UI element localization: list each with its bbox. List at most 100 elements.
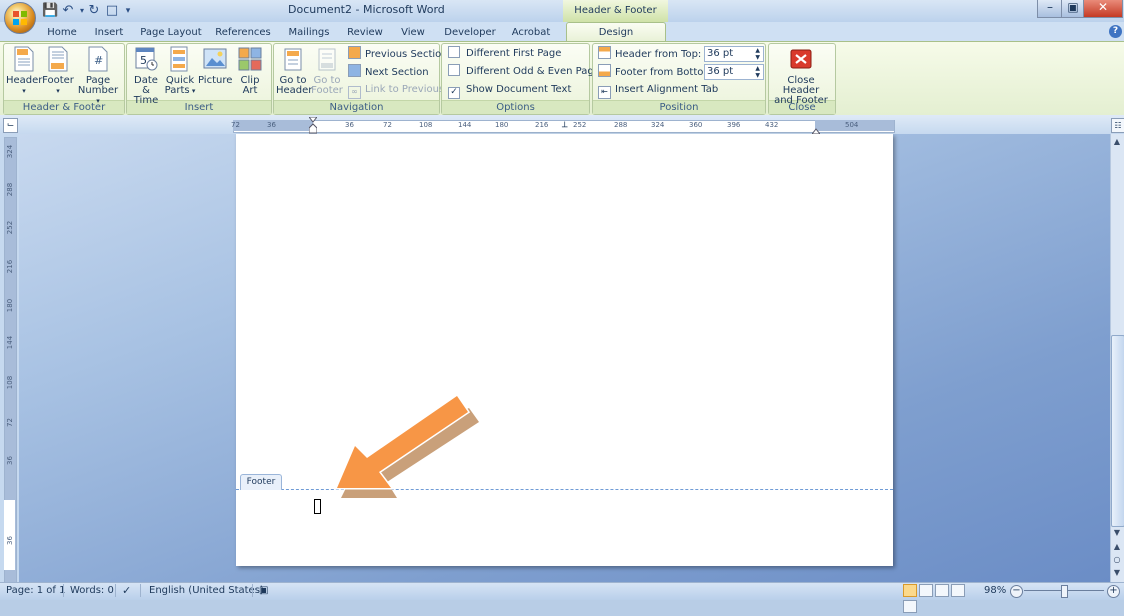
view-ruler-icon[interactable]: ☷ [1111,118,1124,133]
next-section-button[interactable]: Next Section [348,64,429,80]
minimize-button[interactable]: – [1037,0,1063,18]
ruler-tick: 180 [495,121,509,129]
picture-icon [203,46,227,72]
ruler-tick: 36 [345,121,354,129]
previous-page-icon[interactable]: ▲ [1111,541,1123,552]
link-to-previous-button[interactable]: ∞ Link to Previous [348,82,444,99]
page-count-status[interactable]: Page: 1 of 1 [6,583,65,598]
help-icon[interactable]: ? [1109,25,1122,38]
ruler-tick: 288 [6,182,15,197]
different-first-page-checkbox[interactable]: Different First Page [448,46,561,62]
ruler-tick: 504 [845,121,859,129]
ruler-tick: 108 [419,121,433,129]
ruler-tick: 252 [573,121,587,129]
footer-position-icon [598,64,611,77]
footer-from-bottom-input[interactable]: 36 pt ▲ ▼ [704,64,764,80]
proofing-check-icon[interactable]: ✓ [122,583,131,598]
different-odd-even-label: Different Odd & Even Pages [466,66,606,77]
spinner-arrows-icon[interactable]: ▲ ▼ [755,47,760,61]
browse-object-icon[interactable]: ○ [1111,554,1123,565]
previous-section-label: Previous Section [365,49,448,60]
customize-qat-icon[interactable]: ▾ [120,3,136,19]
full-screen-reading-icon[interactable] [919,584,933,597]
header-button[interactable]: Header ▾ [6,46,42,96]
go-to-footer-button[interactable]: Go to Footer [310,46,344,96]
header-from-top-input[interactable]: 36 pt ▲ ▼ [704,46,764,62]
tab-acrobat[interactable]: Acrobat [507,24,555,41]
header-from-top-label-row: Header from Top: [598,46,701,62]
right-indent-marker[interactable] [810,124,822,135]
tab-design[interactable]: Design [566,22,666,43]
tab-insert[interactable]: Insert [89,24,129,41]
view-buttons [903,584,977,613]
next-page-icon[interactable]: ▼ [1111,567,1123,578]
footer-from-bottom-value: 36 pt [707,66,734,77]
page-number-button[interactable]: # Page Number ▾ [76,46,120,106]
restore-button[interactable]: ▣ [1061,0,1085,18]
footer-button[interactable]: Footer ▾ [42,46,74,96]
header-from-top-label: Header from Top: [615,49,702,60]
ruler-tick: 72 [383,121,392,129]
ruler-tick: 324 [651,121,665,129]
word-count-status[interactable]: Words: 0 [70,583,114,598]
macro-recording-icon[interactable]: ▣ [259,583,268,598]
save-icon[interactable]: 💾 [42,3,58,19]
office-logo-icon [13,11,27,25]
spinner-arrows-icon[interactable]: ▲ ▼ [755,65,760,79]
office-button[interactable] [4,2,36,34]
quick-parts-button[interactable]: Quick Parts ▾ [163,46,197,96]
zoom-level[interactable]: 98% [984,583,1006,598]
previous-section-button[interactable]: Previous Section [348,46,448,62]
page-number-label-2: Number [77,85,119,96]
print-layout-view-icon[interactable] [903,584,917,597]
page-number-icon: # [86,46,110,72]
tab-home[interactable]: Home [42,24,82,41]
previous-section-icon [348,46,361,59]
picture-button[interactable]: Picture [198,46,232,86]
ruler-tick: 36 [5,456,14,465]
different-odd-even-checkbox[interactable]: Different Odd & Even Pages [448,64,605,80]
ruler-tick: 180 [6,298,15,313]
outline-view-icon[interactable] [951,584,965,597]
zoom-in-icon[interactable]: + [1107,585,1120,598]
new-document-icon[interactable]: □ [104,3,120,19]
go-to-header-button[interactable]: Go to Header [276,46,312,96]
tab-mailings[interactable]: Mailings [283,24,335,41]
alignment-tab-icon: ⇤ [598,86,611,99]
tab-developer[interactable]: Developer [442,24,498,41]
go-to-footer-icon [315,46,339,72]
zoom-out-icon[interactable]: − [1010,585,1023,598]
tab-review[interactable]: Review [343,24,387,41]
zoom-slider-thumb[interactable] [1061,585,1068,598]
close-window-button[interactable]: ✕ [1083,0,1123,18]
ruler-tick: 36 [267,121,276,129]
indent-marker[interactable] [307,116,319,134]
show-document-text-checkbox[interactable]: ✓ Show Document Text [448,82,571,99]
clip-art-icon [238,46,262,72]
scroll-down-arrow-icon[interactable]: ▼ [1111,527,1123,538]
link-icon: ∞ [348,86,361,99]
scroll-up-arrow-icon[interactable]: ▲ [1111,136,1123,147]
clip-art-button[interactable]: Clip Art [233,46,267,96]
group-label: Position [593,100,765,114]
draft-view-icon[interactable] [903,600,917,613]
tab-selector-button[interactable]: ⌙ [3,118,18,133]
language-status[interactable]: English (United States) [149,583,264,598]
insert-alignment-tab-button[interactable]: ⇤ Insert Alignment Tab [598,82,718,99]
close-red-x-icon [789,46,813,72]
footer-button-label: Footer [42,75,74,86]
checkbox-box [448,46,460,58]
ruler-tick: 36 [5,536,14,545]
different-first-page-label: Different First Page [466,48,562,59]
web-layout-icon[interactable] [935,584,949,597]
scrollbar-thumb[interactable] [1111,335,1124,527]
tab-page-layout[interactable]: Page Layout [140,24,202,41]
close-header-footer-button[interactable]: Close Header and Footer [770,46,832,106]
tab-view[interactable]: View [396,24,430,41]
close-header-footer-label-2: and Footer [774,95,828,106]
center-tab-stop-icon[interactable]: ┴ [562,124,567,133]
ruler-tick: 108 [6,375,15,390]
date-time-button[interactable]: 5 Date & Time [129,46,163,106]
tab-references[interactable]: References [212,24,274,41]
redo-icon[interactable]: ↻ [86,3,102,19]
